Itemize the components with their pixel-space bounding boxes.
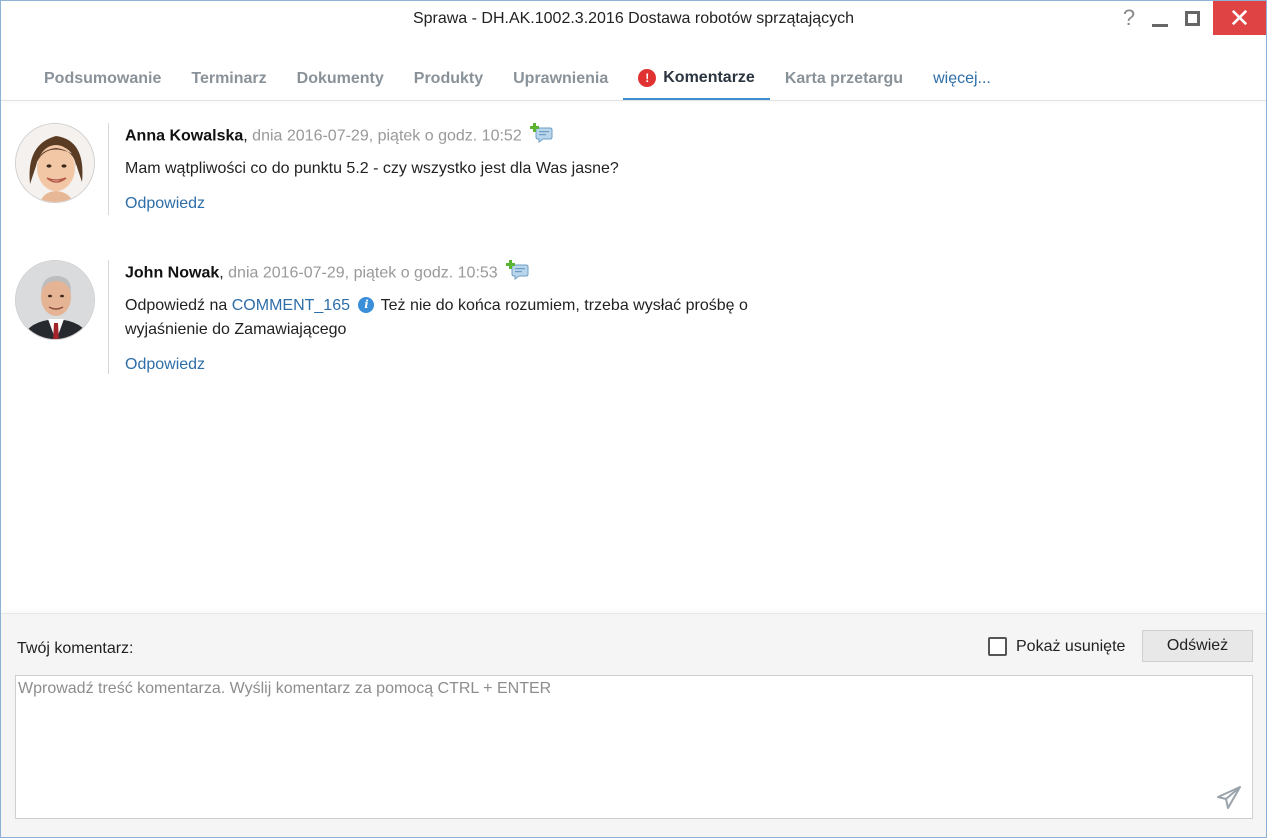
tab-uprawnienia[interactable]: Uprawnienia (498, 57, 623, 100)
reply-link[interactable]: Odpowiedz (125, 356, 205, 374)
avatar-man-icon (16, 261, 94, 339)
comment-meta: Anna Kowalska, dnia 2016-07-29, piątek o… (125, 123, 785, 150)
minimize-icon (1152, 23, 1168, 27)
minimize-button[interactable] (1145, 1, 1175, 35)
comment-date: dnia 2016-07-29, piątek o godz. 10:53 (228, 264, 498, 282)
comment-composer: Twój komentarz: Pokaż usunięte Odśwież (1, 613, 1266, 837)
window-title: Sprawa - DH.AK.1002.3.2016 Dostawa robot… (412, 10, 855, 27)
alert-icon: ! (638, 68, 657, 87)
tab-produkty[interactable]: Produkty (399, 57, 498, 100)
app-window: Sprawa - DH.AK.1002.3.2016 Dostawa robot… (0, 0, 1267, 838)
tab-komentarze[interactable]: ! Komentarze (623, 57, 770, 100)
tab-podsumowanie[interactable]: Podsumowanie (29, 57, 176, 100)
close-icon: ✕ (1228, 2, 1251, 33)
avatar-woman-icon (16, 124, 94, 202)
comment-date: dnia 2016-07-29, piątek o godz. 10:52 (252, 127, 522, 145)
add-reply-icon[interactable] (529, 123, 553, 150)
tab-terminarz[interactable]: Terminarz (176, 57, 281, 100)
title-bar: Sprawa - DH.AK.1002.3.2016 Dostawa robot… (1, 1, 1266, 41)
tab-dokumenty[interactable]: Dokumenty (282, 57, 399, 100)
tab-divider (1, 100, 1266, 101)
refresh-button[interactable]: Odśwież (1142, 630, 1253, 662)
send-icon (1217, 786, 1241, 809)
show-deleted-label: Pokaż usunięte (1016, 637, 1126, 655)
info-icon[interactable]: i (358, 297, 375, 313)
show-deleted-toggle[interactable]: Pokaż usunięte (988, 637, 1125, 656)
avatar (15, 260, 95, 340)
tab-bar: Podsumowanie Terminarz Dokumenty Produkt… (29, 57, 1006, 101)
comment-text: Odpowiedź na COMMENT_165 i Też nie do ko… (125, 294, 785, 342)
reply-prefix: Odpowiedź na (125, 297, 228, 314)
help-icon: ? (1122, 5, 1136, 30)
comment-author: Anna Kowalska (125, 127, 244, 145)
comment-body: John Nowak, dnia 2016-07-29, piątek o go… (108, 260, 785, 374)
help-button[interactable]: ? (1113, 1, 1145, 35)
maximize-icon (1184, 10, 1200, 26)
add-reply-icon[interactable] (505, 260, 529, 287)
comment-meta: John Nowak, dnia 2016-07-29, piątek o go… (125, 260, 785, 287)
comment-input[interactable] (15, 675, 1253, 819)
tab-karta-przetargu[interactable]: Karta przetargu (770, 57, 918, 100)
close-button[interactable]: ✕ (1213, 1, 1266, 35)
composer-label: Twój komentarz: (17, 640, 134, 657)
comment-text: Mam wątpliwości co do punktu 5.2 - czy w… (125, 160, 619, 177)
maximize-button[interactable] (1177, 1, 1207, 35)
comment-body: Anna Kowalska, dnia 2016-07-29, piątek o… (108, 123, 785, 215)
send-button[interactable] (1216, 786, 1242, 810)
comment-reference-link[interactable]: COMMENT_165 (232, 297, 350, 314)
reply-link[interactable]: Odpowiedz (125, 195, 205, 213)
avatar (15, 123, 95, 203)
tab-more[interactable]: więcej... (918, 57, 1006, 100)
meta-separator: , (219, 264, 224, 282)
meta-separator: , (243, 127, 248, 145)
comment-author: John Nowak (125, 264, 220, 282)
tab-komentarze-label: Komentarze (663, 68, 755, 86)
show-deleted-checkbox[interactable] (988, 637, 1007, 656)
